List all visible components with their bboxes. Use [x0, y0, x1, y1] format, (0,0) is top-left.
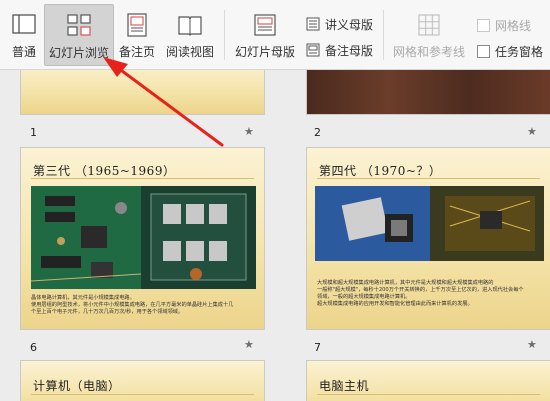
- separator: [224, 10, 225, 60]
- slide-number-2: 2: [314, 126, 321, 139]
- divider: [31, 178, 254, 179]
- normal-view-icon: [11, 12, 37, 38]
- normal-view-button[interactable]: 普通: [4, 4, 44, 66]
- slide-title: 第三代 （1965~1969）: [33, 164, 176, 178]
- slide-thumbnail-6[interactable]: 第三代 （1965~1969） 晶体电路计算机，其元件是小规模集成电路。 使用层…: [20, 147, 265, 330]
- handout-master-icon: [306, 17, 320, 31]
- cpu-chip-image: [315, 186, 544, 261]
- slide-master-button[interactable]: 幻灯片母版: [230, 4, 300, 66]
- slide-title: 计算机（电脑）: [33, 379, 121, 393]
- star-icon: ★: [244, 125, 254, 138]
- reading-view-label: 阅读视图: [165, 45, 214, 59]
- slide-thumbnail-2[interactable]: [306, 70, 550, 115]
- slide-body-line: 大规模和超大规模集成电路计算机，其中元件是大规模和超大规模集成电路的: [317, 280, 494, 286]
- slide-sorter-button[interactable]: 幻灯片浏览: [44, 4, 114, 66]
- slide-body-line: 一般称"超大规模"，每秒十200万个开关转换的，上千万次至上亿次的，进入现代社会…: [317, 287, 524, 293]
- slide-body-line: 超大规模集成电路的应用开发和智能化管理由此而来计算机的发展。: [317, 301, 473, 307]
- notes-page-button[interactable]: 备注页: [116, 4, 158, 66]
- slide-body-line: 使用层组的阿型技术，将小元件中小规模集成电路，在几平方毫米的单晶硅片上集成十几: [31, 302, 234, 308]
- gridlines-checkbox-box: [477, 18, 490, 32]
- slide-sorter-label: 幻灯片浏览: [48, 46, 109, 60]
- slide-body-text: 晶体电路计算机，其元件是小规模集成电路。 使用层组的阿型技术，将小元件中小规模集…: [31, 295, 254, 316]
- slide-body-line: 晶体电路计算机，其元件是小规模集成电路。: [31, 295, 135, 301]
- divider: [317, 394, 540, 395]
- notes-master-button[interactable]: 备注母版: [306, 40, 373, 60]
- slide-master-icon: [252, 12, 278, 38]
- notes-page-icon: [124, 12, 150, 38]
- slide-body-text: 大规模和超大规模集成电路计算机，其中元件是大规模和超大规模集成电路的 一般称"超…: [317, 280, 540, 308]
- slide-number-7: 7: [314, 341, 321, 354]
- notes-page-label: 备注页: [118, 45, 155, 59]
- slide-number-6: 6: [30, 341, 37, 354]
- slide-thumbnail-next-left[interactable]: 计算机（电脑）: [20, 360, 265, 401]
- normal-view-label: 普通: [11, 45, 36, 59]
- slide-sorter-area: 1 ★ 2 ★ 第三代 （1965~1969） 晶体电路计算机，其元件是小规模集…: [0, 70, 550, 401]
- slide-title: 第四代 （1970~？）: [319, 164, 442, 178]
- grid-icon: [416, 12, 442, 38]
- reading-view-button[interactable]: 阅读视图: [162, 4, 218, 66]
- task-pane-checkbox[interactable]: 任务窗格: [477, 41, 543, 61]
- star-icon: ★: [244, 338, 254, 351]
- slide-thumbnail-next-right[interactable]: 电脑主机: [306, 360, 550, 401]
- star-icon: ★: [527, 338, 537, 351]
- notes-master-icon: [306, 43, 320, 57]
- grid-guides-label: 网格和参考线: [392, 45, 465, 59]
- slide-master-label: 幻灯片母版: [234, 45, 295, 59]
- slide-thumbnail-1[interactable]: [20, 70, 265, 115]
- slide-body-line: 个至上百个电子元件，几十万次几百万次/秒，用于各个领域领域。: [31, 309, 184, 315]
- notes-master-label: 备注母版: [325, 43, 374, 58]
- star-icon: ★: [527, 125, 537, 138]
- handout-master-button[interactable]: 讲义母版: [306, 14, 373, 34]
- grid-guides-button[interactable]: 网格和参考线: [388, 4, 470, 66]
- circuit-board-image: [31, 186, 256, 289]
- slide-title: 电脑主机: [319, 379, 370, 393]
- slide-thumbnail-7[interactable]: 第四代 （1970~？） 大规模和超大规模集成电路计算机，其中元件是大规模和超大…: [306, 147, 550, 330]
- task-pane-label: 任务窗格: [495, 44, 544, 59]
- divider: [317, 178, 540, 179]
- separator: [383, 10, 384, 60]
- divider: [31, 394, 254, 395]
- task-pane-checkbox-box: [477, 44, 490, 58]
- slide-number-1: 1: [30, 126, 37, 139]
- slide-body-line: 领域，一般的超大规模集成电路计算机。: [317, 294, 411, 300]
- view-ribbon: 普通 幻灯片浏览 备注页 阅读视图 幻灯片母版 讲义母版 备注母版 网格和参考线…: [0, 0, 550, 70]
- slide-sorter-icon: [66, 13, 92, 39]
- handout-master-label: 讲义母版: [325, 17, 374, 32]
- gridlines-label: 网格线: [495, 18, 532, 33]
- gridlines-checkbox[interactable]: 网格线: [477, 15, 531, 35]
- reading-view-icon: [177, 12, 203, 38]
